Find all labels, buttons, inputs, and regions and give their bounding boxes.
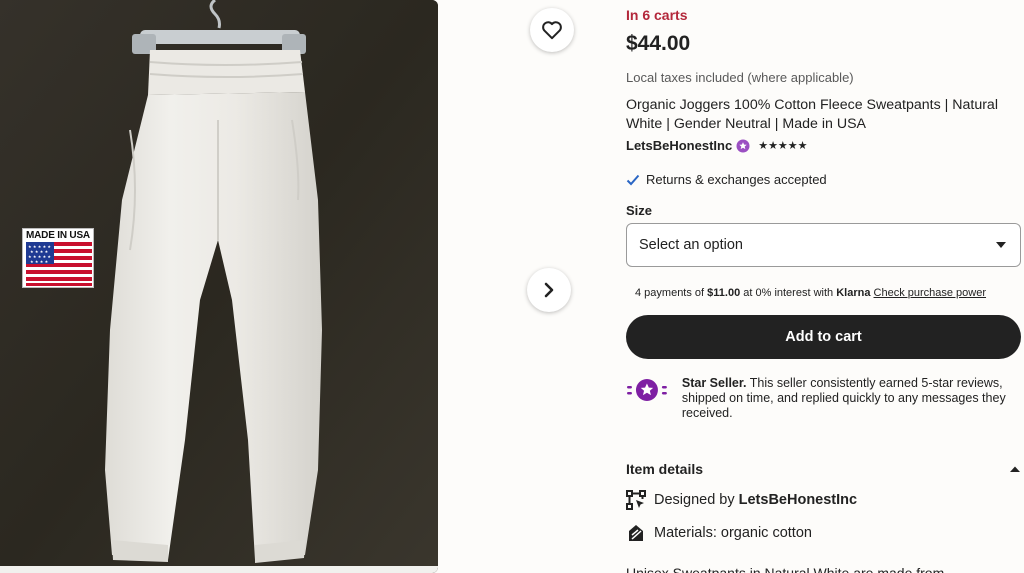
star-seller-badge-icon — [626, 379, 667, 401]
klarna-amount: $11.00 — [707, 287, 741, 299]
star-seller-text: Star Seller. This seller consistently ea… — [682, 376, 1021, 421]
taxes-note: Local taxes included (where applicable) — [626, 70, 854, 85]
item-details-toggle[interactable]: Item details — [626, 461, 1021, 477]
listing-title: Organic Joggers 100% Cotton Fleece Sweat… — [626, 97, 998, 132]
star-seller-small-icon — [736, 139, 750, 152]
materials-text: Materials: organic cotton — [654, 525, 812, 541]
shop-rating-stars: ★★★★★ — [758, 140, 808, 152]
made-in-usa-badge: MADE IN USA ★ ★ ★ ★ ★ ★ ★ ★ ★ ★ ★ ★ ★ ★ … — [22, 228, 94, 288]
heart-icon — [542, 21, 562, 40]
badge-label: MADE IN USA — [26, 230, 90, 241]
price: $44.00 — [626, 32, 691, 55]
svg-text:★ ★ ★ ★: ★ ★ ★ ★ — [30, 259, 49, 264]
shop-row: LetsBeHonestInc ★★★★★ — [626, 138, 808, 153]
klarna-row: 4 payments of $11.00 at 0% interest with… — [635, 287, 986, 299]
klarna-middle: at 0% interest with — [740, 287, 837, 299]
next-image-button[interactable] — [527, 268, 571, 312]
klarna-prefix: 4 payments of — [635, 287, 708, 299]
caret-down-icon — [996, 242, 1006, 248]
in-carts-notice: In 6 carts — [626, 7, 688, 23]
shop-name-link[interactable]: LetsBeHonestInc — [626, 138, 732, 153]
designed-by-shop: LetsBeHonestInc — [738, 492, 858, 508]
star-seller-title: Star Seller. — [681, 376, 747, 390]
designed-by-prefix: Designed by — [654, 492, 739, 508]
size-label: Size — [626, 203, 653, 218]
chevron-up-icon — [1010, 466, 1020, 472]
star-seller-info: Star Seller. This seller consistently ea… — [626, 376, 1021, 421]
designed-by-text: Designed by LetsBeHonestInc — [654, 492, 857, 508]
item-description-preview: Unisex Sweatpants in Natural White are m… — [626, 565, 945, 573]
returns-text: Returns & exchanges accepted — [646, 172, 827, 187]
klarna-brand: Klarna — [836, 287, 871, 299]
usa-flag-icon: ★ ★ ★ ★ ★ ★ ★ ★ ★ ★ ★ ★ ★ ★ ★ ★ ★ ★ — [26, 242, 92, 286]
item-details-title: Item details — [626, 461, 704, 477]
returns-row: Returns & exchanges accepted — [626, 172, 827, 187]
materials-icon — [629, 525, 643, 541]
materials-row: Materials: organic cotton — [626, 523, 812, 543]
check-icon — [626, 174, 640, 185]
size-select[interactable]: Select an option — [626, 223, 1021, 267]
size-select-value: Select an option — [639, 237, 743, 253]
product-image[interactable]: MADE IN USA ★ ★ ★ ★ ★ ★ ★ ★ ★ ★ ★ ★ ★ ★ … — [0, 0, 438, 573]
favorite-button[interactable] — [530, 8, 574, 52]
check-purchase-power-link[interactable]: Check purchase power — [874, 287, 987, 299]
designed-by-row: Designed by LetsBeHonestInc — [626, 490, 857, 510]
add-to-cart-button[interactable]: Add to cart — [626, 315, 1021, 359]
chevron-right-icon — [544, 282, 554, 298]
designed-by-icon — [626, 490, 646, 510]
